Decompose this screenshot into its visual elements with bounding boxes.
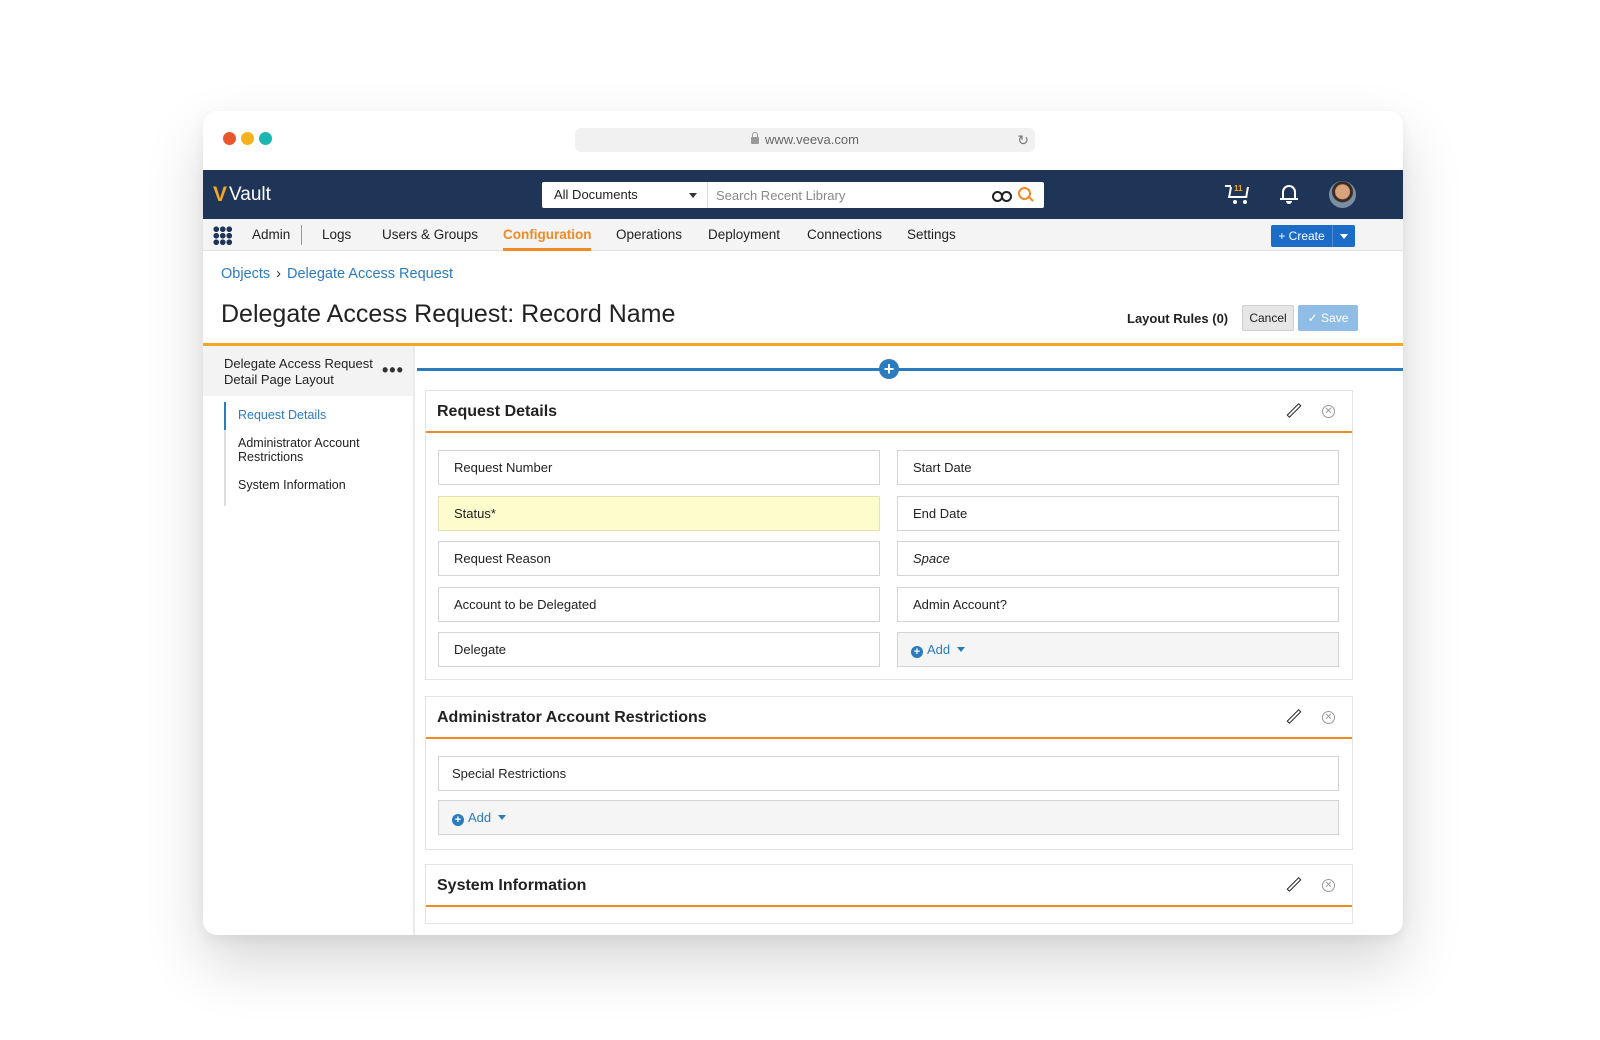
app-grid-icon[interactable] xyxy=(213,226,232,245)
create-label: + Create xyxy=(1271,225,1333,247)
search-input[interactable] xyxy=(708,182,992,208)
outline-item-request-details[interactable]: Request Details xyxy=(224,402,404,430)
search-scope-label: All Documents xyxy=(554,187,638,202)
add-section-icon[interactable]: + xyxy=(879,359,899,379)
add-label: Add xyxy=(468,810,492,825)
close-dot[interactable] xyxy=(223,132,236,145)
section-header: System Information ✕ xyxy=(426,865,1352,907)
remove-section-icon[interactable]: ✕ xyxy=(1322,879,1335,892)
cancel-button[interactable]: Cancel xyxy=(1242,305,1294,331)
remove-section-icon[interactable]: ✕ xyxy=(1322,405,1335,418)
page-title: Delegate Access Request: Record Name xyxy=(221,300,676,328)
breadcrumb-separator: › xyxy=(276,266,282,282)
layout-canvas: + Request Details ✕ Request Number Statu… xyxy=(417,346,1403,935)
section-system-information: System Information ✕ xyxy=(425,864,1353,924)
outline-item-system-information[interactable]: System Information xyxy=(226,478,404,492)
browser-chrome: www.veeva.com ↻ xyxy=(203,111,1403,170)
edit-pencil-icon[interactable] xyxy=(1286,709,1302,725)
avatar[interactable] xyxy=(1329,181,1356,208)
section-title: Administrator Account Restrictions xyxy=(437,709,707,726)
tab-connections[interactable]: Connections xyxy=(807,219,882,251)
cart-count: 11 xyxy=(1234,184,1243,193)
tab-admin[interactable]: Admin xyxy=(252,219,290,251)
top-nav: V Vault All Documents 11 xyxy=(203,170,1403,219)
remove-section-icon[interactable]: ✕ xyxy=(1322,711,1335,724)
field-request-reason[interactable]: Request Reason xyxy=(438,541,880,576)
section-title: System Information xyxy=(437,877,587,894)
section-outline: Request Details Administrator Account Re… xyxy=(224,402,404,506)
search-group: All Documents xyxy=(542,182,1044,208)
more-options-icon[interactable]: ••• xyxy=(382,361,404,379)
edit-pencil-icon[interactable] xyxy=(1286,877,1302,893)
tab-configuration[interactable]: Configuration xyxy=(503,219,592,251)
add-field-button[interactable]: + Add xyxy=(438,800,1339,835)
save-button[interactable]: ✓ Save xyxy=(1298,305,1358,331)
chevron-down-icon xyxy=(689,193,697,198)
field-end-date[interactable]: End Date xyxy=(897,496,1339,531)
layout-name: Delegate Access Request Detail Page Layo… xyxy=(224,356,373,387)
create-button[interactable]: + Create xyxy=(1271,225,1355,247)
section-request-details: Request Details ✕ Request Number Status*… xyxy=(425,390,1353,680)
field-space[interactable]: Space xyxy=(897,541,1339,576)
address-bar[interactable]: www.veeva.com ↻ xyxy=(575,128,1035,152)
field-status[interactable]: Status* xyxy=(438,496,880,531)
outline-item-admin-restrictions[interactable]: Administrator Account Restrictions xyxy=(226,436,404,464)
chevron-down-icon xyxy=(498,815,507,820)
plus-circle-icon: + xyxy=(911,646,923,658)
chevron-down-icon xyxy=(957,647,966,652)
minimize-dot[interactable] xyxy=(241,132,254,145)
tab-logs[interactable]: Logs xyxy=(322,219,351,251)
tab-settings[interactable]: Settings xyxy=(907,219,956,251)
tab-operations[interactable]: Operations xyxy=(616,219,682,251)
layout-name-header: Delegate Access Request Detail Page Layo… xyxy=(203,346,413,396)
binoculars-icon[interactable] xyxy=(992,189,1012,202)
field-admin-account[interactable]: Admin Account? xyxy=(897,587,1339,622)
vault-logo[interactable]: V Vault xyxy=(213,183,271,207)
layout-rules-link[interactable]: Layout Rules (0) xyxy=(1127,311,1228,326)
section-title: Request Details xyxy=(437,403,558,420)
tab-users-groups[interactable]: Users & Groups xyxy=(382,219,478,251)
field-request-number[interactable]: Request Number xyxy=(438,450,880,485)
tab-divider xyxy=(301,225,302,245)
admin-subnav: Admin Logs Users & Groups Configuration … xyxy=(203,219,1403,251)
search-scope-dropdown[interactable]: All Documents xyxy=(542,182,708,208)
tab-deployment[interactable]: Deployment xyxy=(708,219,780,251)
breadcrumb-objects[interactable]: Objects xyxy=(221,266,270,282)
section-header: Administrator Account Restrictions ✕ xyxy=(426,697,1352,739)
layout-outline-panel: Delegate Access Request Detail Page Layo… xyxy=(203,346,415,935)
cart-icon[interactable]: 11 xyxy=(1225,184,1251,204)
add-label: Add xyxy=(927,642,951,657)
breadcrumb-current[interactable]: Delegate Access Request xyxy=(287,266,453,282)
url-text: www.veeva.com xyxy=(765,132,859,147)
reload-icon[interactable]: ↻ xyxy=(1017,128,1029,152)
section-header: Request Details ✕ xyxy=(426,391,1352,433)
field-account-delegated[interactable]: Account to be Delegated xyxy=(438,587,880,622)
maximize-dot[interactable] xyxy=(259,132,272,145)
app-name: Vault xyxy=(229,184,271,205)
add-field-button[interactable]: + Add xyxy=(897,632,1339,667)
bell-icon[interactable] xyxy=(1280,183,1298,205)
vault-v-icon: V xyxy=(213,183,228,206)
edit-pencil-icon[interactable] xyxy=(1286,403,1302,419)
plus-circle-icon: + xyxy=(452,814,464,826)
search-icon[interactable] xyxy=(1018,187,1034,203)
lock-icon xyxy=(751,132,760,144)
create-dropdown-icon[interactable] xyxy=(1333,225,1355,247)
section-admin-restrictions: Administrator Account Restrictions ✕ Spe… xyxy=(425,696,1353,850)
browser-window: www.veeva.com ↻ V Vault All Documents 11 xyxy=(203,111,1403,935)
field-delegate[interactable]: Delegate xyxy=(438,632,880,667)
breadcrumb: Objects › Delegate Access Request xyxy=(221,266,453,282)
field-start-date[interactable]: Start Date xyxy=(897,450,1339,485)
insert-section-line xyxy=(417,368,1403,371)
field-special-restrictions[interactable]: Special Restrictions xyxy=(438,756,1339,791)
